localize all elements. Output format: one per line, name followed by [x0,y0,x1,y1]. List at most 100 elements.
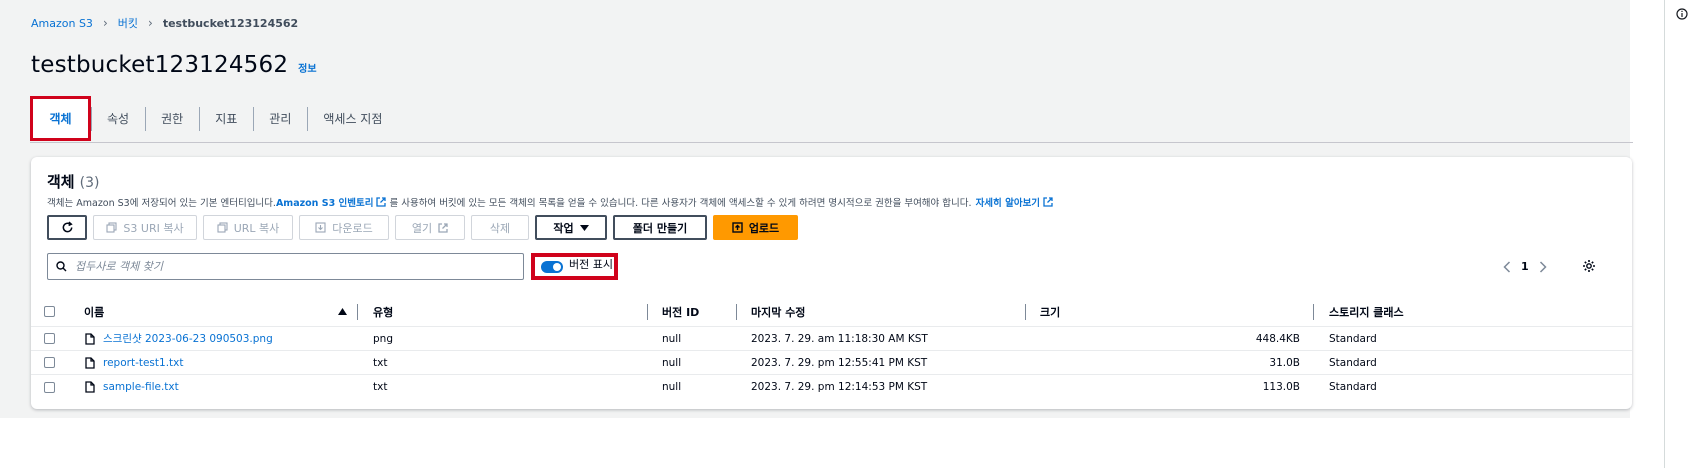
modified-cell: 2023. 7. 29. pm 12:55:41 PM KST [751,356,928,369]
description-text: 를 사용하여 버킷에 있는 모든 객체의 목록을 얻을 수 있습니다. 다른 사… [389,198,972,209]
actions-dropdown[interactable]: 작업 [535,215,607,240]
row-checkbox[interactable] [44,357,55,368]
column-header-type[interactable]: 유형 [373,297,393,326]
toggle-switch[interactable] [541,260,563,273]
row-checkbox[interactable] [44,381,55,393]
delete-button[interactable]: 삭제 [471,215,529,240]
object-link[interactable]: sample-file.txt [103,381,179,393]
size-cell: 31.0B [1269,356,1300,369]
version-cell: null [662,332,682,345]
version-cell: null [662,356,682,369]
tab-management[interactable]: 관리 [253,96,307,141]
type-cell: txt [373,356,388,369]
button-label: 다운로드 [332,221,373,235]
tab-metrics[interactable]: 지표 [199,96,253,141]
button-label: 작업 [553,221,574,235]
toggle-label: 버전 표시 [569,257,613,271]
file-icon [85,381,95,393]
name-cell: report-test1.txt [85,351,184,374]
copy-url-button[interactable]: URL 복사 [203,215,293,240]
sort-ascending-icon[interactable] [338,297,347,326]
current-page[interactable]: 1 [1521,260,1529,273]
modified-cell: 2023. 7. 29. pm 12:14:53 PM KST [751,381,928,393]
type-cell: png [373,332,393,345]
column-divider[interactable] [736,304,737,320]
tab-permissions[interactable]: 권한 [145,96,199,141]
select-all-checkbox[interactable] [44,306,55,317]
tab-label: 속성 [107,112,130,126]
column-divider[interactable] [1313,304,1314,320]
info-link[interactable]: 정보 [298,60,316,75]
table-header: 이름 유형 버전 ID 마지막 수정 크기 스토리지 클래스 [31,297,1632,327]
refresh-button[interactable] [47,215,87,240]
info-circle-icon[interactable] [1676,8,1688,23]
select-all-cell [44,297,55,326]
file-icon [85,356,95,369]
upload-icon [732,222,743,233]
refresh-icon [62,221,73,233]
tab-properties[interactable]: 속성 [91,96,145,141]
search-input[interactable] [75,260,495,273]
learn-more-link[interactable]: 자세히 알아보기 [976,195,1041,209]
search-box [47,253,524,280]
breadcrumb-amazon-s3[interactable]: Amazon S3 [31,17,93,30]
column-header-name[interactable]: 이름 [84,297,104,326]
chevron-left-icon[interactable] [1503,260,1511,273]
button-label: 폴더 만들기 [632,221,688,235]
copy-icon [217,222,228,233]
tab-label: 지표 [215,112,238,126]
chevron-right-icon: › [102,16,108,30]
row-select-cell [44,351,55,374]
column-divider[interactable] [1025,304,1026,320]
type-cell: txt [373,381,388,393]
button-label: 삭제 [489,221,511,235]
size-cell: 448.4KB [1255,332,1300,345]
storage-class-cell: Standard [1329,332,1377,345]
breadcrumb-current-bucket: testbucket123124562 [162,16,299,30]
object-link[interactable]: 스크린샷 2023-06-23 090503.png [103,331,273,346]
panel-header: 객체 (3) [47,171,99,192]
download-button[interactable]: 다운로드 [299,215,389,240]
upload-button[interactable]: 업로드 [713,215,798,240]
size-cell: 113.0B [1262,381,1300,393]
side-panel-divider [1664,0,1665,468]
panel-title: 객체 [47,173,75,191]
column-divider[interactable] [647,304,648,320]
chevron-right-icon: › [148,16,153,30]
table-row[interactable]: 스크린샷 2023-06-23 090503.png png null 2023… [31,327,1632,351]
name-cell: 스크린샷 2023-06-23 090503.png [85,327,273,350]
copy-s3-uri-button[interactable]: S3 URI 복사 [93,215,197,240]
copy-icon [106,222,117,233]
download-icon [315,222,326,233]
column-header-last-modified[interactable]: 마지막 수정 [751,297,805,326]
tab-access-points[interactable]: 액세스 지점 [307,96,398,141]
name-cell: sample-file.txt [85,375,179,399]
column-divider[interactable] [357,304,358,320]
button-label: 업로드 [748,221,780,235]
version-cell: null [662,381,682,393]
open-button[interactable]: 열기 [395,215,465,240]
chevron-right-icon[interactable] [1539,260,1547,273]
button-label: S3 URI 복사 [123,221,184,235]
object-count: (3) [79,175,100,191]
tab-objects[interactable]: 객체 [30,96,91,141]
panel-description: 객체는 Amazon S3에 저장되어 있는 기본 엔터티입니다. Amazon… [47,195,1056,209]
column-header-version-id[interactable]: 버전 ID [662,297,699,326]
object-link[interactable]: report-test1.txt [103,357,184,369]
column-header-storage-class[interactable]: 스토리지 클래스 [1329,297,1404,326]
table-row[interactable]: report-test1.txt txt null 2023. 7. 29. p… [31,351,1632,375]
row-checkbox[interactable] [44,333,55,344]
breadcrumb: Amazon S3 › 버킷 › testbucket123124562 [31,15,298,31]
show-versions-toggle[interactable]: 버전 표시 [531,253,618,280]
table-row[interactable]: sample-file.txt txt null 2023. 7. 29. pm… [31,375,1632,399]
inventory-link[interactable]: Amazon S3 인벤토리 [276,195,374,209]
column-header-size[interactable]: 크기 [1040,297,1060,326]
button-label: URL 복사 [233,221,280,235]
storage-class-cell: Standard [1329,356,1377,369]
row-select-cell [44,327,55,350]
breadcrumb-buckets[interactable]: 버킷 [118,15,138,31]
gear-icon[interactable] [1582,259,1596,276]
tabs-divider [30,142,1633,143]
file-icon [85,332,95,345]
create-folder-button[interactable]: 폴더 만들기 [613,215,707,240]
